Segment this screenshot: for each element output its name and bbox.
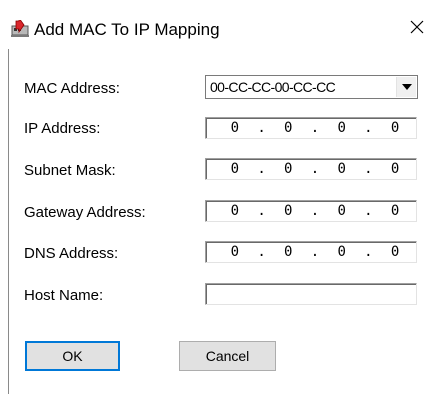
ip-octet[interactable]: 0 [277,118,299,138]
ip-address-field[interactable]: 0. 0. 0. 0 [205,117,417,139]
dialog-window: Add MAC To IP Mapping MAC Address: 00-CC… [0,0,435,394]
dialog-title: Add MAC To IP Mapping [34,20,220,39]
dialog-left-border [8,49,9,394]
ip-separator: . [364,161,373,177]
network-card-icon [10,16,32,38]
ip-separator: . [364,244,373,260]
mac-address-value: 00-CC-CC-00-CC-CC [210,79,336,95]
ip-separator: . [257,244,266,260]
gateway-octet[interactable]: 0 [277,201,299,221]
ip-octet[interactable]: 0 [224,118,246,138]
host-name-label: Host Name: [24,287,104,304]
ip-separator: . [364,203,373,219]
ip-separator: . [310,203,320,219]
gateway-octet[interactable]: 0 [384,201,406,221]
subnet-mask-label: Subnet Mask: [24,162,116,179]
mac-address-select[interactable]: 00-CC-CC-00-CC-CC [205,75,418,99]
dns-address-field[interactable]: 0. 0. 0. 0 [205,241,417,263]
subnet-octet[interactable]: 0 [277,159,299,179]
subnet-octet[interactable]: 0 [331,159,353,179]
gateway-address-label: Gateway Address: [24,204,146,221]
ip-separator: . [310,161,320,177]
close-icon [409,19,425,40]
subnet-octet[interactable]: 0 [384,159,406,179]
ip-separator: . [310,244,320,260]
dns-octet[interactable]: 0 [277,242,299,262]
ip-separator: . [364,120,373,136]
ip-separator: . [310,120,320,136]
subnet-octet[interactable]: 0 [224,159,246,179]
gateway-octet[interactable]: 0 [224,201,246,221]
gateway-octet[interactable]: 0 [331,201,353,221]
ip-separator: . [257,203,266,219]
title-bar[interactable]: Add MAC To IP Mapping [0,0,435,46]
mac-address-label: MAC Address: [24,80,120,97]
ip-separator: . [257,161,266,177]
dns-octet[interactable]: 0 [224,242,246,262]
close-button[interactable] [404,16,430,42]
dns-address-label: DNS Address: [24,245,119,262]
ok-button[interactable]: OK [25,341,120,371]
dns-octet[interactable]: 0 [384,242,406,262]
cancel-button[interactable]: Cancel [179,341,276,371]
chevron-down-icon[interactable] [396,77,416,97]
ip-octet[interactable]: 0 [331,118,353,138]
ip-separator: . [257,120,266,136]
ip-octet[interactable]: 0 [384,118,406,138]
subnet-mask-field[interactable]: 0. 0. 0. 0 [205,158,417,180]
gateway-address-field[interactable]: 0. 0. 0. 0 [205,200,417,222]
ip-address-label: IP Address: [24,120,101,137]
dns-octet[interactable]: 0 [331,242,353,262]
host-name-input[interactable] [205,283,417,305]
